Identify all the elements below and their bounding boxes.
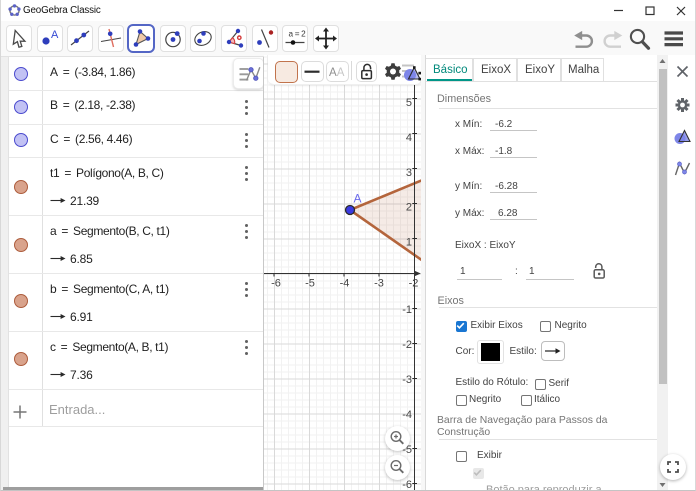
svg-text:4: 4 xyxy=(406,132,412,144)
svg-text:-6: -6 xyxy=(402,479,412,491)
svg-text:-6: -6 xyxy=(271,278,281,290)
svg-text:a = 2: a = 2 xyxy=(289,30,307,39)
svg-text:2: 2 xyxy=(406,202,412,214)
svg-text:5: 5 xyxy=(406,97,412,109)
svg-text:-5: -5 xyxy=(305,278,315,290)
svg-text:-2: -2 xyxy=(409,278,419,290)
svg-text:A: A xyxy=(337,67,345,79)
svg-text:-4: -4 xyxy=(402,409,412,421)
svg-text:-4: -4 xyxy=(340,278,350,290)
svg-text:-3: -3 xyxy=(402,374,412,386)
svg-text:1: 1 xyxy=(406,237,412,249)
svg-text:A: A xyxy=(354,192,362,206)
svg-text:-3: -3 xyxy=(374,278,384,290)
svg-text:3: 3 xyxy=(406,167,412,179)
svg-text:-1: -1 xyxy=(402,304,412,316)
svg-text:A: A xyxy=(51,29,59,41)
svg-text:-2: -2 xyxy=(402,339,412,351)
